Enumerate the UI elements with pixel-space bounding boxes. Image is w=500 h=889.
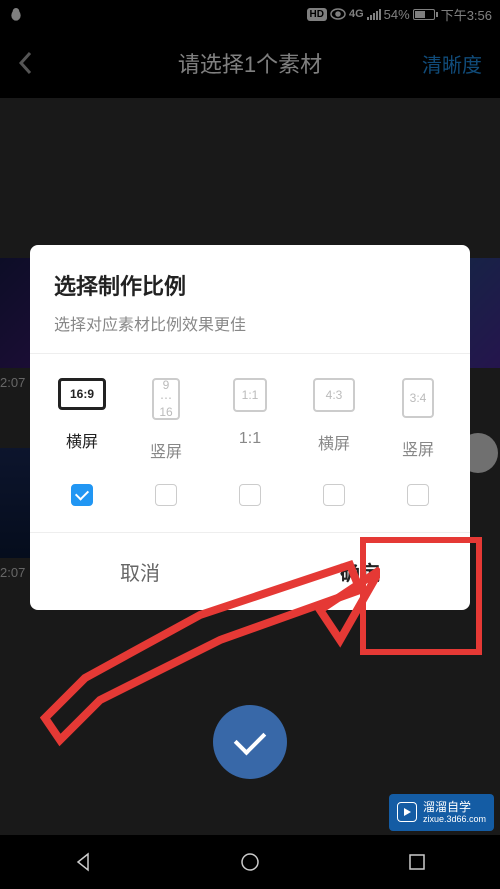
confirm-fab[interactable] bbox=[213, 705, 287, 779]
ratio-option-1-1[interactable]: 1:1 1:1 bbox=[208, 378, 292, 462]
modal-title: 选择制作比例 bbox=[54, 269, 446, 301]
check-icon bbox=[234, 723, 267, 756]
nav-back-icon[interactable] bbox=[72, 851, 94, 873]
ratio-checkbox[interactable] bbox=[155, 484, 177, 506]
modal-actions: 取消 确定 bbox=[30, 532, 470, 610]
modal-subtitle: 选择对应素材比例效果更佳 bbox=[54, 311, 446, 335]
checkbox-row bbox=[30, 462, 470, 532]
ratio-box: 3:4 bbox=[402, 378, 434, 418]
ratio-box: 9⋯16 bbox=[152, 378, 180, 420]
ratio-checkbox[interactable] bbox=[71, 484, 93, 506]
ratio-option-9-16[interactable]: 9⋯16 竖屏 bbox=[124, 378, 208, 462]
ratio-checkbox[interactable] bbox=[323, 484, 345, 506]
ratio-box: 1:1 bbox=[233, 378, 267, 412]
ratio-checkbox[interactable] bbox=[239, 484, 261, 506]
nav-home-icon[interactable] bbox=[239, 851, 261, 873]
nav-recent-icon[interactable] bbox=[406, 851, 428, 873]
ratio-box: 16:9 bbox=[58, 378, 106, 410]
ratio-label: 竖屏 bbox=[150, 438, 182, 462]
ratio-checkbox[interactable] bbox=[407, 484, 429, 506]
play-icon bbox=[397, 802, 417, 822]
system-nav bbox=[0, 835, 500, 889]
ratio-option-4-3[interactable]: 4:3 横屏 bbox=[292, 378, 376, 462]
ratio-option-16-9[interactable]: 16:9 横屏 bbox=[40, 378, 124, 462]
ratio-box: 4:3 bbox=[313, 378, 355, 412]
ratio-label: 1:1 bbox=[239, 430, 261, 448]
cancel-button[interactable]: 取消 bbox=[30, 533, 250, 610]
ratio-options: 16:9 横屏 9⋯16 竖屏 1:1 1:1 4:3 横屏 3:4 竖屏 bbox=[30, 354, 470, 462]
watermark-url: zixue.3d66.com bbox=[423, 814, 486, 825]
ratio-option-3-4[interactable]: 3:4 竖屏 bbox=[376, 378, 460, 462]
ratio-label: 竖屏 bbox=[402, 436, 434, 460]
ratio-label: 横屏 bbox=[318, 430, 350, 454]
watermark-title: 溜溜自学 bbox=[423, 800, 486, 814]
confirm-button[interactable]: 确定 bbox=[250, 533, 470, 610]
ratio-label: 横屏 bbox=[66, 428, 98, 452]
ratio-modal: 选择制作比例 选择对应素材比例效果更佳 16:9 横屏 9⋯16 竖屏 1:1 … bbox=[30, 245, 470, 610]
watermark: 溜溜自学 zixue.3d66.com bbox=[389, 794, 494, 831]
